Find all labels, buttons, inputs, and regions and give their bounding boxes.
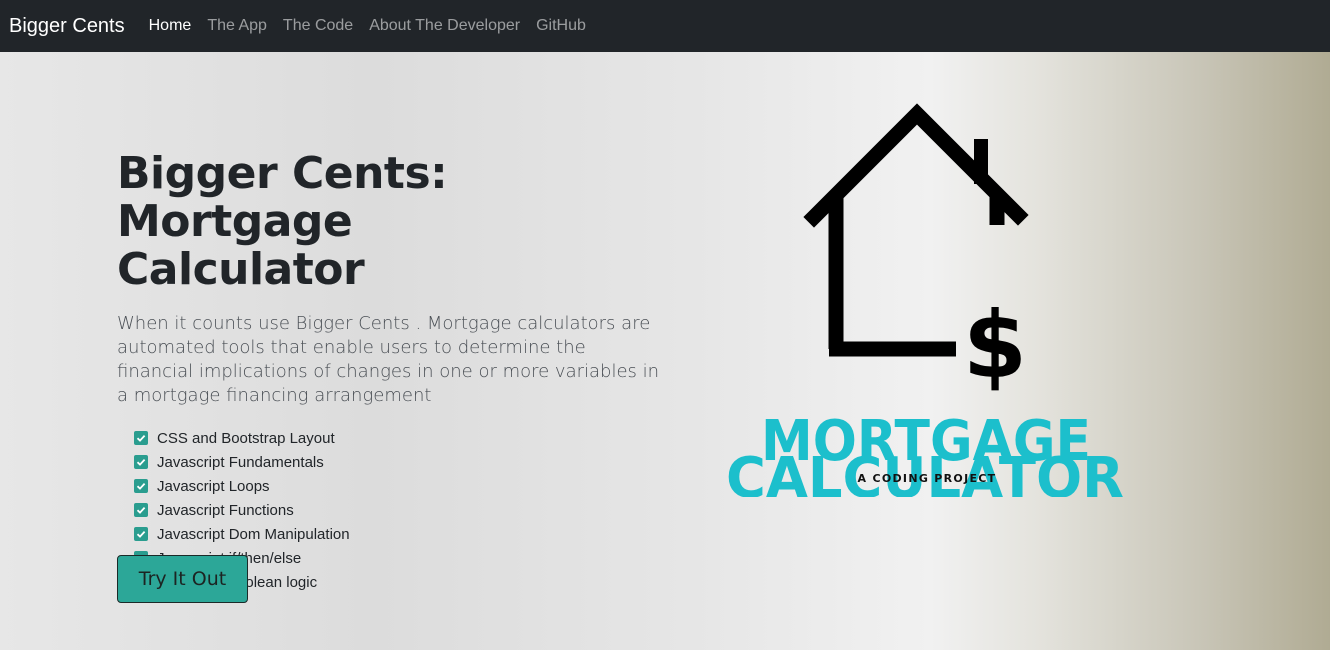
checklist-label: Javascript Functions — [157, 501, 294, 519]
mortgage-calculator-logo: $ MORTGAGE CALCULATOR — [726, 103, 1124, 497]
nav-link-home[interactable]: Home — [149, 17, 192, 35]
hero-text-column: Bigger Cents: Mortgage Calculator When i… — [117, 150, 677, 594]
checklist-item: Javascript Functions — [134, 498, 677, 522]
title-line-1: Bigger Cents: Mortgage — [117, 148, 448, 247]
checklist-item: Javascript Loops — [134, 474, 677, 498]
title-line-2: Calculator — [117, 244, 365, 295]
nav-link-the-code[interactable]: The Code — [283, 17, 353, 35]
dollar-sign-icon: $ — [963, 292, 1027, 399]
top-navbar: Bigger Cents Home The App The Code About… — [0, 0, 1330, 52]
checklist-item: Javascript Dom Manipulation — [134, 522, 677, 546]
checkbox-checked-icon — [134, 479, 148, 493]
brand-link[interactable]: Bigger Cents — [9, 15, 125, 38]
hero-section: Bigger Cents: Mortgage Calculator When i… — [0, 52, 1330, 650]
checklist-label: Javascript Dom Manipulation — [157, 525, 350, 543]
page-title: Bigger Cents: Mortgage Calculator — [117, 150, 677, 294]
logo-tagline: A CODING PROJECT — [857, 472, 997, 485]
checklist-item: CSS and Bootstrap Layout — [134, 426, 677, 450]
try-it-out-button[interactable]: Try It Out — [117, 555, 248, 603]
checklist-label: Javascript Fundamentals — [157, 453, 324, 471]
checkbox-checked-icon — [134, 503, 148, 517]
nav-link-github[interactable]: GitHub — [536, 17, 586, 35]
checklist-label: Javascript Loops — [157, 477, 270, 495]
checkbox-checked-icon — [134, 527, 148, 541]
nav-link-the-app[interactable]: The App — [207, 17, 267, 35]
checkbox-checked-icon — [134, 431, 148, 445]
checklist-label: CSS and Bootstrap Layout — [157, 429, 335, 447]
checkbox-checked-icon — [134, 455, 148, 469]
nav-link-about-developer[interactable]: About The Developer — [369, 17, 520, 35]
checklist-item: Javascript Fundamentals — [134, 450, 677, 474]
lead-paragraph: When it counts use Bigger Cents . Mortga… — [117, 313, 660, 406]
